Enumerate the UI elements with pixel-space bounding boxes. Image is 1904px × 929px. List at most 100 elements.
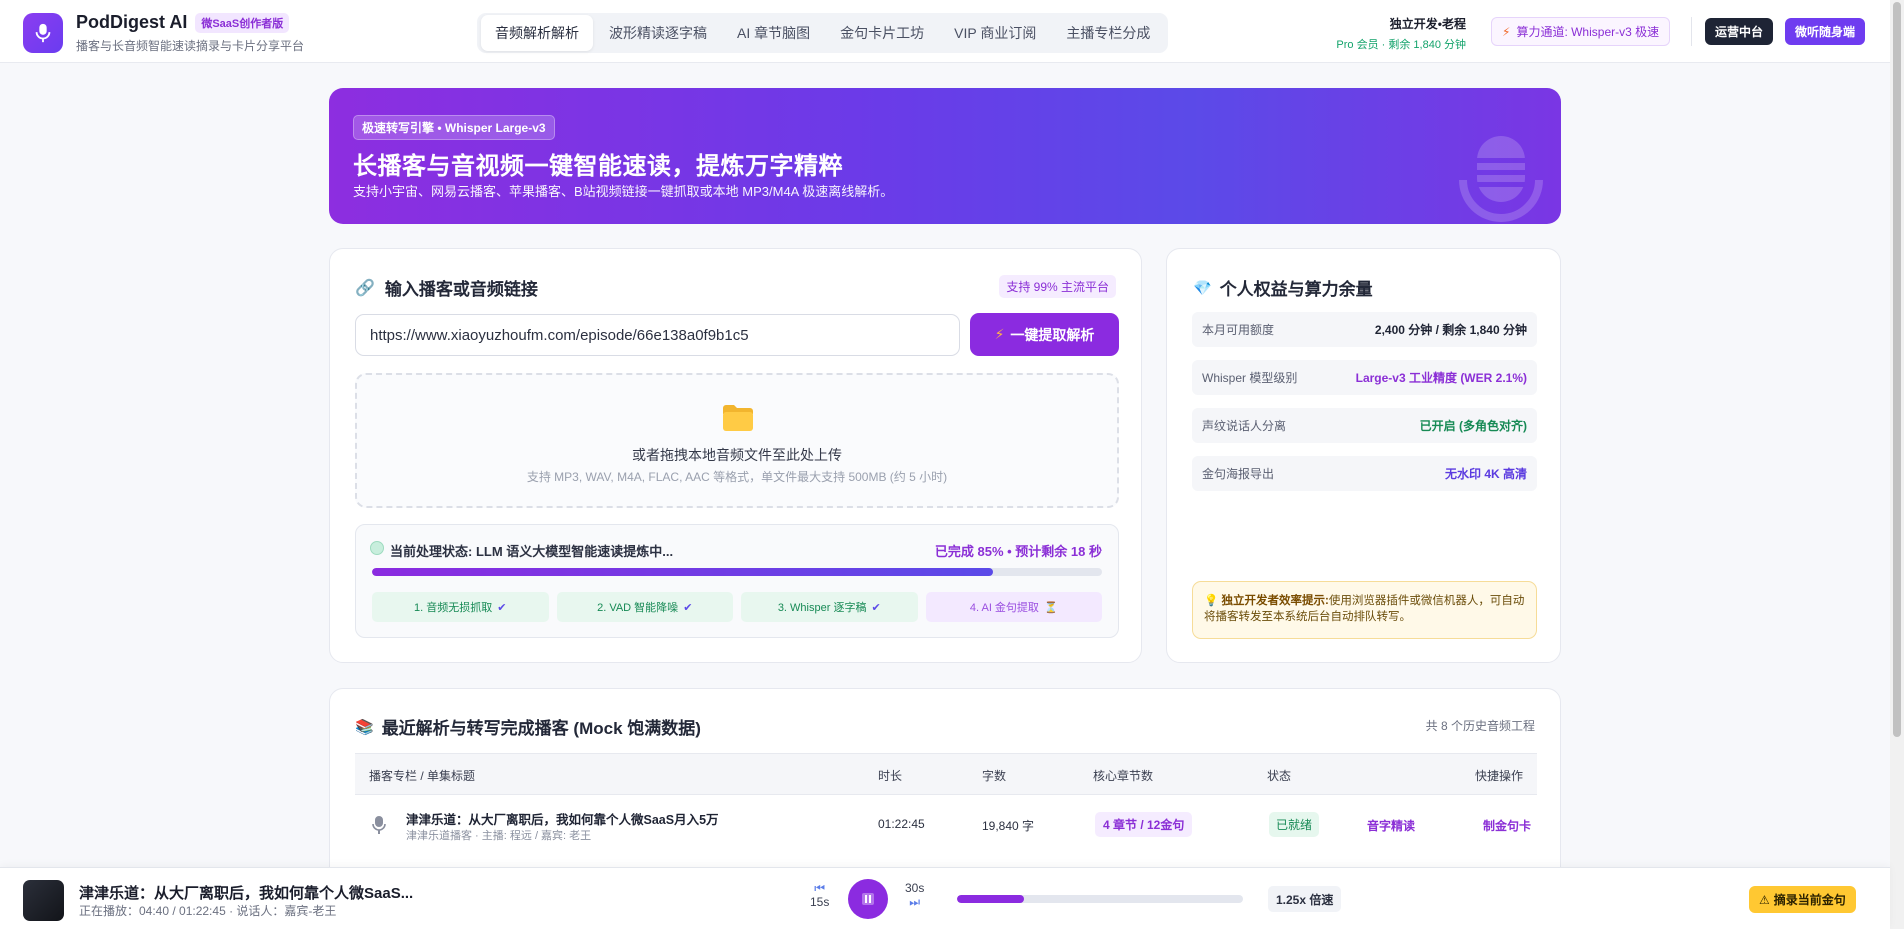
rights-value: 无水印 4K 高清 [1444,467,1527,481]
column-header: 状态 [1267,769,1292,783]
rights-label: Whisper 模型级别 [1202,371,1298,385]
rights-card: 💎 个人权益与算力余量 本月可用额度 2,400 分钟 / 剩余 1,840 分钟… [1166,248,1561,663]
brand-title: PodDigest AI [76,12,188,32]
tab-quote-cards[interactable]: 金句卡片工坊 [826,15,938,51]
hero-badge: 极速转写引擎 • Whisper Large-v3 [353,115,555,140]
playback-speed-button[interactable]: 1.25x 倍速 [1268,886,1342,912]
status-badge: 已就绪 [1269,812,1320,837]
input-card: 🔗 输入播客或音频链接 支持 99% 主流平台 ⚡ 一键提取解析 或者拖拽本地音… [329,248,1142,663]
rewind-button[interactable]: ⏮ 15s [810,881,829,909]
lightning-icon: ⚡ [1502,24,1511,39]
hourglass-icon: ⏳ [1043,601,1058,614]
user-name: 独立开发•老程 [1389,17,1466,31]
episode-duration: 01:22:45 [878,817,925,831]
table-header: 播客专栏 / 单集标题 时长 字数 核心章节数 状态 快捷操作 [355,753,1537,795]
tip-title: 独立开发者效率提示: [1221,595,1329,607]
now-playing-meta: 正在播放：04:40 / 01:22:45 · 说话人：嘉宾-老王 [79,904,337,918]
column-header: 时长 [878,769,903,783]
header-divider [1691,17,1692,46]
step-label: 3. Whisper 逐字稿 [777,602,867,614]
page-scrollbar[interactable] [1890,0,1904,929]
step-label: 4. AI 金句提取 [969,602,1039,614]
clip-quote-label: 摘录当前金句 [1773,893,1846,907]
playback-progress-fill [957,895,1025,903]
history-count: 共 8 个历史音频工程 [1425,719,1535,733]
tab-vip-subscription[interactable]: VIP 商业订阅 [940,15,1050,51]
forward-button[interactable]: 30s ⏭ [905,881,924,909]
books-icon: 📚 [355,718,374,736]
microphone-icon [35,23,51,43]
dropzone-sub-text: 支持 MP3, WAV, M4A, FLAC, AAC 等格式，单文件最大支持 … [526,470,948,484]
recent-podcasts-title: 最近解析与转写完成播客 (Mock 饱满数据) [381,719,701,738]
rights-row-model: Whisper 模型级别 Large-v3 工业精度 (WER 2.1%) [1192,360,1537,395]
table-row[interactable]: 津津乐道：从大厂离职后，我如何靠个人微SaaS月入5万 津津乐道播客 · 主播:… [355,795,1537,855]
forward-icon: ⏭ [909,895,921,909]
check-icon: ✔ [871,601,881,614]
tab-chapter-mindmap[interactable]: AI 章节脑图 [723,15,824,51]
column-header: 核心章节数 [1093,769,1154,783]
warning-icon: ⚠ [1759,892,1770,907]
pause-button[interactable] [848,879,888,919]
ops-console-button[interactable]: 运营中台 [1705,18,1774,45]
rights-label: 金句海报导出 [1202,467,1275,481]
input-card-header: 🔗 输入播客或音频链接 [355,275,538,300]
rights-value: 2,400 分钟 / 剩余 1,840 分钟 [1374,323,1527,337]
episode-title[interactable]: 津津乐道：从大厂离职后，我如何靠个人微SaaS月入5万 [406,809,719,828]
check-icon: ✔ [683,601,693,614]
pause-icon [862,893,874,905]
rights-row-diarization: 声纹说话人分离 已开启 (多角色对齐) [1192,408,1537,443]
rights-label: 本月可用额度 [1202,323,1275,337]
episode-cover[interactable] [23,880,64,921]
mini-app-button[interactable]: 微听随身端 [1785,18,1866,45]
chapters-badge: 4 章节 / 12金句 [1095,812,1193,837]
column-header: 播客专栏 / 单集标题 [369,769,476,783]
episode-meta: 津津乐道播客 · 主播: 程远 / 嘉宾: 老王 [406,830,592,842]
rewind-label: 15s [810,895,830,909]
user-quota: Pro 会员 · 剩余 1,840 分钟 [1336,39,1466,51]
step-label: 2. VAD 智能降噪 [597,602,679,614]
processing-steps: 1. 音频无损抓取 ✔ 2. VAD 智能降噪 ✔ 3. Whisper 逐字稿 ✔ … [372,592,1102,622]
processing-status: 当前处理状态: LLM 语义大模型智能速读提炼中... 已完成 85% • 预计… [355,524,1119,638]
dropzone-main-text: 或者拖拽本地音频文件至此处上传 [632,447,842,463]
podcast-url-input[interactable] [355,314,960,356]
microphone-icon [371,815,387,838]
brand-title-row: PodDigest AI 微SaaS创作者版 [76,12,304,33]
playback-progress-bar[interactable] [957,895,1243,903]
lightning-icon: ⚡ [994,326,1005,342]
file-dropzone[interactable]: 或者拖拽本地音频文件至此处上传 支持 MP3, WAV, M4A, FLAC, … [355,373,1119,508]
episode-words: 19,840 字 [982,819,1035,833]
bottom-player: 津津乐道：从大厂离职后，我如何靠个人微SaaS... 正在播放：04:40 / … [0,867,1890,929]
engine-channel-chip[interactable]: ⚡ 算力通道: Whisper-v3 极速 [1491,17,1671,46]
rights-card-header: 💎 个人权益与算力余量 [1193,275,1373,300]
rights-row-quota: 本月可用额度 2,400 分钟 / 剩余 1,840 分钟 [1192,312,1537,347]
tab-audio-parse[interactable]: 音频解析解析 [481,15,593,51]
microphone-icon [1459,136,1543,222]
user-info[interactable]: 独立开发•老程 Pro 会员 · 剩余 1,840 分钟 [1336,15,1466,52]
hero-banner: 极速转写引擎 • Whisper Large-v3 长播客与音视频一键智能速读，… [329,88,1561,224]
status-progress-text: 已完成 85% • 预计剩余 18 秒 [934,544,1102,559]
processing-progress-bar [372,568,1102,576]
rewind-icon: ⏮ [814,881,826,895]
step-vad-denoise: 2. VAD 智能降噪 ✔ [556,592,733,622]
read-transcript-link[interactable]: 音字精读 [1367,817,1415,834]
clip-quote-button[interactable]: ⚠ 摘录当前金句 [1749,886,1856,913]
hero-title: 长播客与音视频一键智能速读，提炼万字精粹 [353,153,843,180]
app-logo[interactable] [23,13,63,53]
step-ai-quotes: 4. AI 金句提取 ⏳ [925,592,1102,622]
step-whisper-transcript: 3. Whisper 逐字稿 ✔ [741,592,918,622]
make-quote-card-link[interactable]: 制金句卡 [1483,817,1531,834]
recent-podcasts-header: 📚 最近解析与转写完成播客 (Mock 饱满数据) [355,714,701,739]
tab-waveform-transcript[interactable]: 波形精读逐字稿 [595,15,721,51]
input-card-title: 输入播客或音频链接 [384,280,538,299]
scrollbar-thumb[interactable] [1893,2,1901,737]
check-icon: ✔ [497,601,507,614]
tab-creator-revenue[interactable]: 主播专栏分成 [1052,15,1164,51]
status-text: 当前处理状态: LLM 语义大模型智能速读提炼中... [390,544,674,559]
main-nav: 音频解析解析 波形精读逐字稿 AI 章节脑图 金句卡片工坊 VIP 商业订阅 主… [477,13,1169,53]
forward-label: 30s [905,881,925,895]
support-tag: 支持 99% 主流平台 [999,275,1116,298]
step-label: 1. 音频无损抓取 [414,602,493,614]
diamond-icon: 💎 [1193,279,1212,297]
column-header: 快捷操作 [1474,769,1523,783]
extract-button[interactable]: ⚡ 一键提取解析 [970,313,1119,356]
